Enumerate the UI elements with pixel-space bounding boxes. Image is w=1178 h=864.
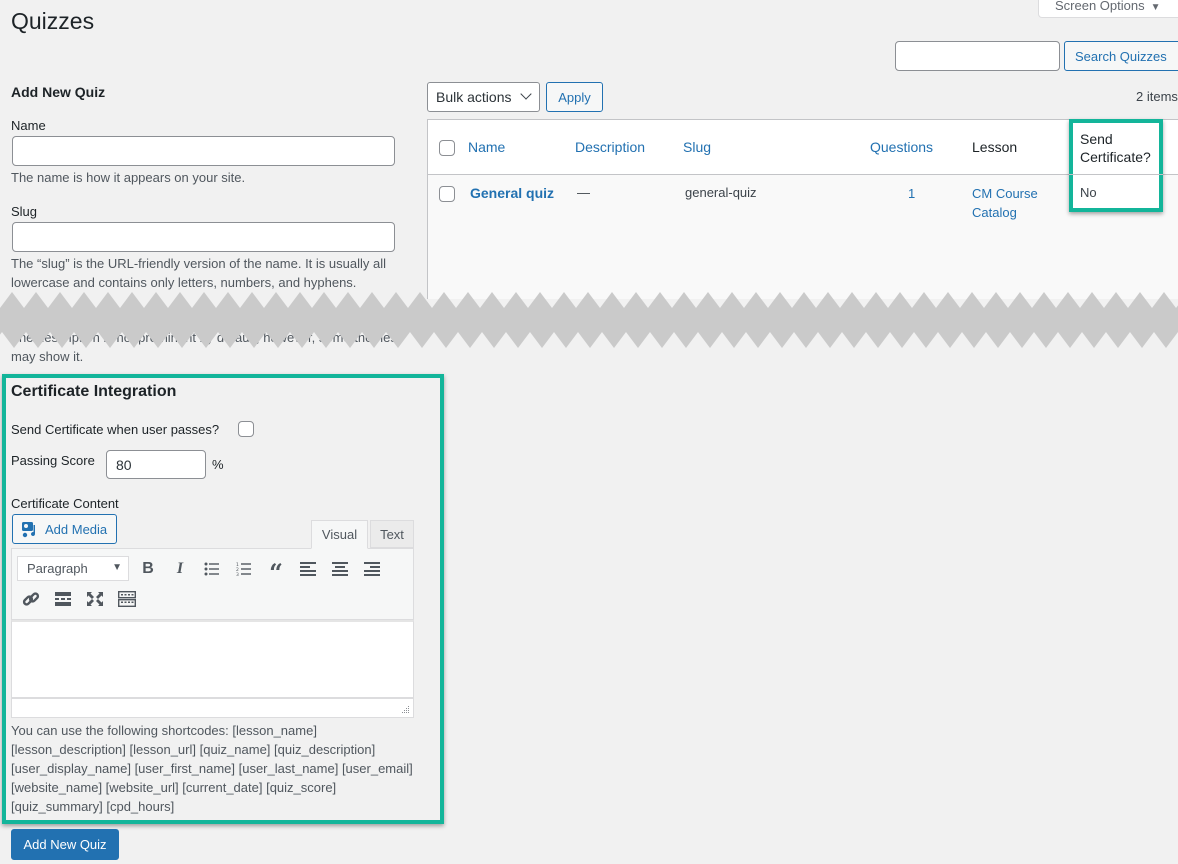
bulleted-list-icon[interactable]: [200, 557, 224, 581]
screen-options-button[interactable]: Screen Options ▼: [1038, 0, 1178, 18]
row-send-certificate: No: [1080, 185, 1097, 200]
row-quiz-name-link[interactable]: General quiz: [470, 185, 554, 201]
resize-handle-icon[interactable]: [401, 705, 410, 714]
tab-text[interactable]: Text: [370, 520, 414, 548]
editor-statusbar: [11, 698, 414, 718]
percent-symbol: %: [212, 457, 224, 472]
send-certificate-column-highlight: Send Certificate? No: [1069, 119, 1163, 212]
row-questions-count[interactable]: 1: [908, 184, 915, 203]
tab-visual[interactable]: Visual: [311, 520, 368, 549]
fullscreen-icon[interactable]: [83, 587, 107, 611]
blockquote-icon[interactable]: “: [264, 557, 288, 585]
numbered-list-icon[interactable]: 123: [232, 557, 256, 581]
align-center-icon[interactable]: [328, 557, 352, 581]
add-new-quiz-heading: Add New Quiz: [11, 84, 106, 100]
add-new-quiz-button[interactable]: Add New Quiz: [11, 829, 119, 860]
torn-edge-separator: [0, 292, 1178, 348]
column-header-slug[interactable]: Slug: [683, 139, 711, 155]
name-help-text: The name is how it appears on your site.: [11, 170, 246, 185]
slug-label: Slug: [11, 204, 38, 219]
format-select-value: Paragraph: [27, 561, 88, 576]
certificate-content-editor[interactable]: [11, 620, 414, 698]
bold-icon[interactable]: B: [136, 557, 160, 581]
row-checkbox[interactable]: [439, 186, 455, 202]
screen-options-label: Screen Options: [1055, 0, 1145, 13]
align-left-icon[interactable]: [296, 557, 320, 581]
send-certificate-checkbox[interactable]: [238, 421, 254, 437]
row-slug: general-quiz: [685, 185, 757, 200]
add-media-button[interactable]: Add Media: [12, 514, 117, 544]
column-header-send-certificate: Send Certificate?: [1080, 131, 1151, 165]
column-header-questions[interactable]: Questions: [870, 139, 933, 155]
column-divider: [1069, 174, 1163, 175]
column-header-lesson: Lesson: [972, 139, 1018, 155]
row-lesson-link[interactable]: CM Course Catalog: [972, 184, 1052, 222]
certificate-integration-heading: Certificate Integration: [11, 383, 177, 400]
format-select[interactable]: Paragraph ▼: [17, 556, 129, 581]
apply-button[interactable]: Apply: [546, 82, 603, 112]
shortcodes-help-text: You can use the following shortcodes: [l…: [11, 723, 413, 814]
certificate-content-label: Certificate Content: [11, 496, 119, 511]
row-description: —: [577, 185, 590, 200]
page-title: Quizzes: [11, 8, 95, 34]
column-header-name[interactable]: Name: [468, 139, 505, 155]
send-certificate-label: Send Certificate when user passes?: [11, 422, 220, 437]
triangle-down-icon: ▼: [112, 562, 122, 573]
bulk-actions-select[interactable]: Bulk actions: [427, 82, 540, 112]
name-input[interactable]: [12, 136, 395, 166]
column-header-description[interactable]: Description: [575, 139, 645, 155]
add-media-label: Add Media: [45, 521, 108, 537]
svg-text:3: 3: [236, 572, 239, 576]
name-label: Name: [11, 118, 46, 133]
link-icon[interactable]: [19, 587, 43, 611]
align-right-icon[interactable]: [360, 557, 384, 581]
passing-score-input[interactable]: 80: [106, 450, 206, 479]
bulk-actions-label: Bulk actions: [436, 89, 512, 105]
search-input[interactable]: [895, 41, 1060, 71]
slug-help-text: The “slug” is the URL-friendly version o…: [11, 256, 386, 290]
items-count: 2 items: [1136, 89, 1178, 104]
italic-icon[interactable]: I: [168, 557, 192, 581]
add-media-icon: [22, 521, 36, 537]
chevron-down-icon: [520, 88, 532, 100]
toolbar-toggle-icon[interactable]: [115, 587, 139, 611]
passing-score-label: Passing Score: [11, 453, 95, 468]
select-all-checkbox[interactable]: [439, 140, 455, 156]
read-more-icon[interactable]: [51, 587, 75, 611]
slug-input[interactable]: [12, 222, 395, 252]
triangle-down-icon: ▼: [1150, 2, 1161, 13]
search-quizzes-button[interactable]: Search Quizzes: [1064, 41, 1178, 71]
table-header-divider: [427, 174, 1178, 175]
